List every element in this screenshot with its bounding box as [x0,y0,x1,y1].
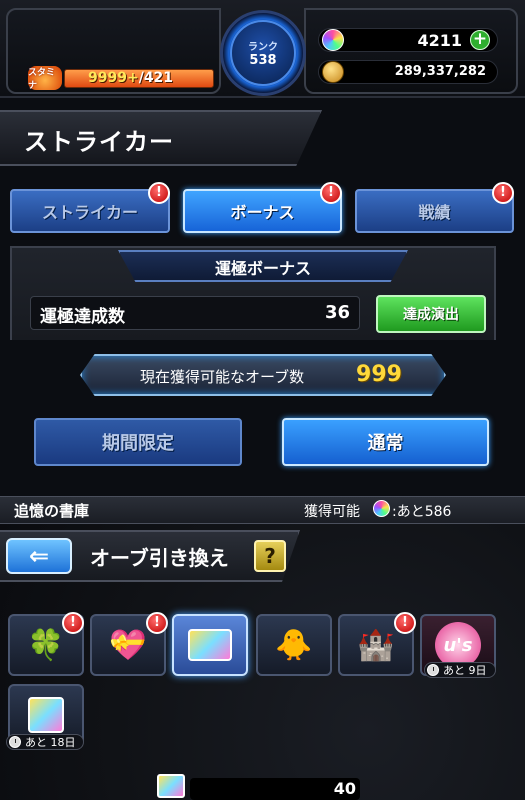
exchange-tile-orb-card[interactable] [172,614,248,676]
tab-record[interactable]: 戦績 [355,189,514,233]
tab-bonus-label: ボーナス [230,203,295,222]
bonus-header: 運極ボーナス [214,259,311,278]
limited-period-label: 期間限定 [102,433,174,454]
exchange-item-cost: 40 [333,779,356,798]
obtainable-orb-value: 999 [356,362,402,387]
help-button[interactable]: ? [254,540,286,572]
gold-count: 289,337,282 [394,64,486,79]
heart-item-icon: 💝 [109,627,147,663]
orb-card-icon [157,774,185,798]
mascot-character-icon: 🐥 [275,627,313,663]
rank-badge[interactable]: ランク 538 [230,20,296,86]
us-tile-timer-text: あと 9日 [443,664,487,677]
tab-record-label: 戦績 [418,203,451,222]
tab-striker[interactable]: ストライカー [10,189,170,233]
rank-label: ランク [248,42,278,53]
tab-bonus[interactable]: ボーナス [183,189,342,233]
exchange-tile-mascot[interactable]: 🐥 [256,614,332,676]
us-tile-timer: あと 9日 [424,662,496,678]
achievement-show-button[interactable]: 達成演出 [376,295,486,333]
stamina-current: 9999+ [88,70,139,86]
limited-period-button[interactable]: 期間限定 [34,418,242,466]
clock-icon [427,664,439,676]
tab-bonus-alert-icon: ! [320,182,342,204]
tab-striker-alert-icon: ! [148,182,170,204]
normal-button[interactable]: 通常 [282,418,489,466]
tab-striker-label: ストライカー [41,203,138,222]
castle-item-icon: 🏰 [357,627,395,663]
orb-icon [322,29,344,51]
clover-tile-alert-icon: ! [62,612,84,634]
orb-icon [373,500,390,517]
bonus-row-label: 運極達成数 [40,307,125,327]
tab-record-alert-icon: ! [492,182,514,204]
clock-icon [9,736,21,748]
castle-tile-alert-icon: ! [394,612,416,634]
orb-count: 4211 [417,31,462,50]
page-title: ストライカー [24,128,174,156]
bonus-row-value: 36 [324,302,350,323]
archive-obtainable-label: 獲得可能 [304,504,360,520]
rank-value: 538 [249,53,277,68]
exchange-title: オーブ引き換え [90,546,229,570]
back-button[interactable]: ⇐ [6,538,72,574]
stamina-icon: スタミナ [28,66,62,91]
achievement-show-label: 達成演出 [403,307,459,323]
character-orb-tile-timer: あと 18日 [6,734,84,750]
normal-label: 通常 [367,433,404,454]
orb-card-icon [188,629,232,661]
back-arrow-icon: ⇐ [28,542,50,570]
clover-hat-icon: 🍀 [27,627,65,663]
stamina-max: /421 [138,70,174,86]
gold-coin-icon [322,61,344,83]
obtainable-orb-label: 現在獲得可能なオーブ数 [140,368,305,386]
archive-title: 追憶の書庫 [14,502,90,520]
character-orb-icon [28,697,64,733]
character-orb-tile-timer-text: あと 18日 [25,736,76,749]
buy-orbs-plus-icon[interactable]: + [470,30,490,50]
help-icon: ? [264,544,276,568]
heart-tile-alert-icon: ! [146,612,168,634]
archive-remaining: :あと586 [392,504,452,520]
stamina-value: 9999+/421 [88,70,173,86]
